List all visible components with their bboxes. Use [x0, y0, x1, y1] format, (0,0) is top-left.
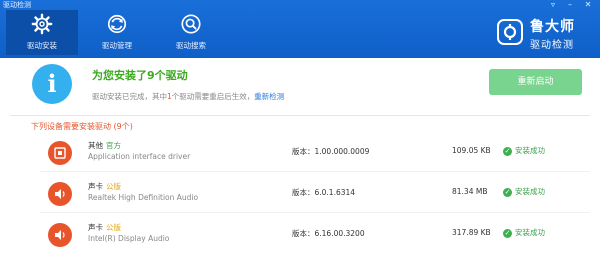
menu-icon[interactable]: ▿ [546, 0, 560, 10]
status-text: 安装成功 [515, 187, 545, 196]
driver-name: Intel(R) Display Audio [88, 234, 170, 243]
refresh-icon [107, 14, 127, 34]
tab-label: 驱动搜索 [176, 41, 206, 50]
driver-row: 声卡 公版 Intel(R) Display Audio 版本：6.16.00.… [0, 216, 600, 254]
driver-name: Application interface driver [88, 152, 191, 161]
brand-name: 鲁大师 [530, 19, 575, 35]
driver-row: 其他 官方 Application interface driver 版本：1.… [0, 134, 600, 172]
status-text: 安装成功 [515, 228, 545, 237]
tab-label: 驱动管理 [102, 41, 132, 50]
driver-tag: 官方 [106, 141, 121, 150]
device-other-icon [48, 141, 72, 165]
tab-label: 驱动安装 [27, 41, 57, 50]
driver-name: Realtek High Definition Audio [88, 193, 199, 202]
close-button[interactable]: ✕ [581, 0, 595, 10]
summary-desc-prefix: 驱动安装已完成，其中 [92, 92, 167, 101]
brand-subtitle: 驱动检测 [530, 40, 574, 51]
install-status: ✓ 安装成功 [503, 186, 545, 197]
minimize-button[interactable]: – [563, 0, 577, 10]
check-icon: ✓ [503, 228, 512, 238]
tab-driver-search[interactable]: 驱动搜索 [155, 10, 227, 55]
version-label: 版本： [292, 147, 315, 156]
summary-desc-suffix: 个驱动需要重启后生效 [171, 92, 247, 101]
search-icon [181, 14, 201, 34]
brand-logo-icon [497, 19, 523, 45]
info-icon: i [32, 64, 72, 104]
driver-size: 317.89 KB [452, 228, 491, 237]
check-icon: ✓ [503, 146, 512, 156]
driver-category: 声卡 [88, 182, 103, 191]
driver-version: 版本：1.00.000.0009 [292, 146, 369, 157]
summary-description: 驱动安装已完成，其中1个驱动需要重启后生效，重新检测 [92, 92, 285, 101]
row-divider [40, 212, 590, 213]
driver-tag: 公版 [106, 223, 121, 232]
check-icon: ✓ [503, 187, 512, 197]
status-text: 安装成功 [515, 146, 545, 155]
driver-size: 81.34 MB [452, 187, 488, 196]
restart-button[interactable]: 重新启动 [489, 69, 582, 95]
summary-title: 为您安装了9个驱动 [92, 69, 188, 82]
recheck-link[interactable]: 重新检测 [254, 92, 284, 101]
tab-driver-manage[interactable]: 驱动管理 [81, 10, 153, 55]
install-status: ✓ 安装成功 [503, 227, 545, 238]
speaker-icon [48, 223, 72, 247]
driver-category: 其他 [88, 141, 103, 150]
driver-version: 版本：6.0.1.6314 [292, 187, 355, 198]
gear-icon [31, 13, 53, 35]
version-value: 6.16.00.3200 [314, 229, 365, 238]
driver-version: 版本：6.16.00.3200 [292, 228, 365, 239]
speaker-icon [48, 182, 72, 206]
driver-tag: 公版 [106, 182, 121, 191]
section-title: 下列设备需要安装驱动 (9个) [31, 122, 133, 131]
install-status: ✓ 安装成功 [503, 145, 545, 156]
driver-row: 声卡 公版 Realtek High Definition Audio 版本：6… [0, 175, 600, 213]
driver-category: 声卡 [88, 223, 103, 232]
brand-logo-block: 鲁大师 驱动检测 [496, 16, 596, 52]
title-bar: 驱动检测 ▿ – ✕ [0, 0, 600, 10]
driver-size: 109.05 KB [452, 146, 491, 155]
divider [10, 115, 590, 116]
version-label: 版本： [292, 188, 315, 197]
row-divider [40, 171, 590, 172]
version-value: 1.00.000.0009 [314, 147, 370, 156]
version-label: 版本： [292, 229, 315, 238]
version-value: 6.0.1.6314 [314, 188, 356, 197]
header-bar: 驱动检测 ▿ – ✕ 驱动安装 驱动管理 驱动搜索 鲁大师 驱动检测 [0, 0, 600, 58]
window-title: 驱动检测 [3, 1, 31, 9]
tab-driver-install[interactable]: 驱动安装 [6, 10, 78, 55]
